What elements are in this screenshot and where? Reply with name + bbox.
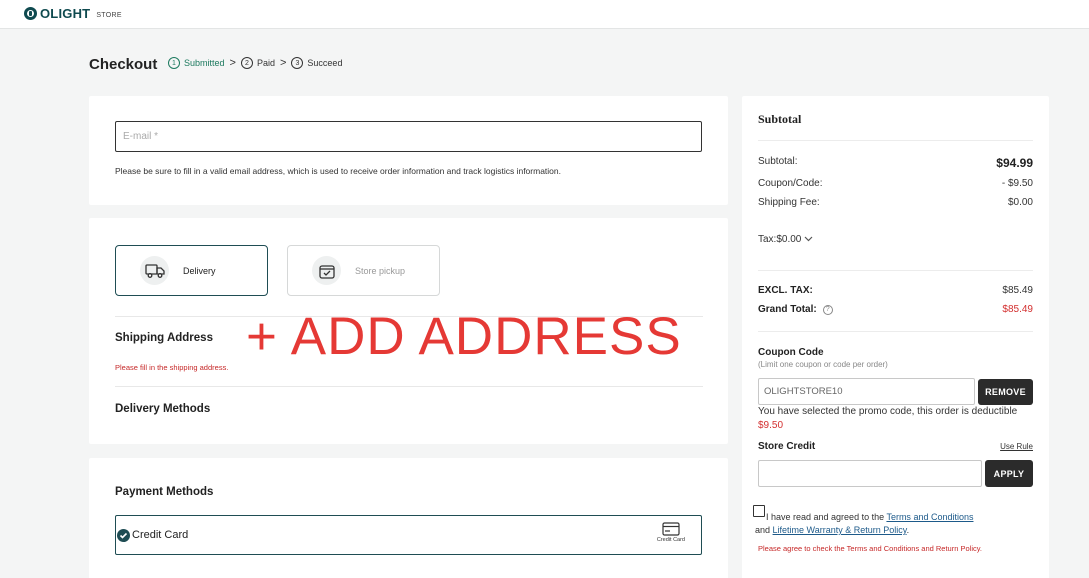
delivery-option[interactable]: Delivery <box>115 245 268 296</box>
logo-brand: OLIGHT <box>40 6 91 21</box>
remove-coupon-button[interactable]: REMOVE <box>978 379 1033 405</box>
email-hint: Please be sure to fill in a valid email … <box>115 166 561 176</box>
grand-total-row: Grand Total: ? $85.49 <box>758 304 1033 315</box>
step-number: 2 <box>240 57 253 69</box>
shipping-address-title: Shipping Address <box>115 332 213 344</box>
step-paid: 2 Paid <box>240 57 275 69</box>
grand-total-value: $85.49 <box>1002 304 1033 315</box>
order-summary: Subtotal Subtotal: $94.99 Coupon/Code: -… <box>742 96 1049 578</box>
top-bar: OLIGHT STORE <box>0 0 1089 29</box>
shipping-fee-label: Shipping Fee: <box>758 197 820 208</box>
grand-total-label: Grand Total: <box>758 304 817 315</box>
email-field[interactable] <box>115 121 702 152</box>
step-label: Succeed <box>307 58 343 68</box>
step-submitted: 1 Submitted <box>168 57 225 69</box>
excl-tax-value: $85.49 <box>1002 285 1033 296</box>
store-bag-icon <box>312 256 341 285</box>
promo-amount: $9.50 <box>758 420 784 431</box>
page-title: Checkout <box>89 56 158 73</box>
store-pickup-option[interactable]: Store pickup <box>287 245 440 296</box>
chevron-down-icon <box>804 234 813 245</box>
summary-title: Subtotal <box>758 112 802 126</box>
divider <box>758 331 1033 332</box>
warranty-link[interactable]: Lifetime Warranty & Return Policy <box>773 525 907 535</box>
coupon-code-title: Coupon Code <box>758 347 824 358</box>
shipping-fee-row: Shipping Fee: $0.00 <box>758 197 1033 208</box>
contact-panel: Please be sure to fill in a valid email … <box>89 96 728 205</box>
store-credit-input[interactable] <box>758 460 982 487</box>
payment-methods-title: Payment Methods <box>115 486 214 498</box>
coupon-row: Coupon/Code: - $9.50 <box>758 178 1033 189</box>
agree-text: I have read and agreed to the Terms and … <box>755 511 1028 537</box>
payment-panel: Payment Methods Credit Card Credit Card <box>89 458 728 578</box>
store-logo[interactable]: OLIGHT STORE <box>24 6 122 21</box>
tax-label: Tax:$0.00 <box>758 234 802 245</box>
delivery-option-label: Delivery <box>183 265 216 276</box>
agree-and: and <box>755 525 771 535</box>
checkout-steps: 1 Submitted > 2 Paid > 3 Succeed <box>168 57 342 69</box>
step-label: Submitted <box>184 58 225 68</box>
promo-message: You have selected the promo code, this o… <box>758 405 1018 433</box>
grand-total-label-group: Grand Total: ? <box>758 304 833 315</box>
use-rule-link[interactable]: Use Rule <box>1000 442 1033 451</box>
agree-checkbox[interactable] <box>753 505 765 517</box>
add-address-annotation: + ADD ADDRESS <box>246 307 682 366</box>
step-succeed: 3 Succeed <box>291 57 342 69</box>
chevron-right-icon: > <box>279 57 287 69</box>
store-pickup-label: Store pickup <box>355 265 406 276</box>
divider <box>115 386 703 387</box>
divider <box>758 270 1033 271</box>
shipping-address-warning: Please fill in the shipping address. <box>115 363 229 372</box>
credit-card-option[interactable]: Credit Card Credit Card <box>115 515 702 555</box>
credit-card-icon: Credit Card <box>657 522 685 543</box>
agree-prefix: I have read and agreed to the <box>766 512 885 522</box>
coupon-code-note: (Limit one coupon or code per order) <box>758 360 888 369</box>
step-number: 1 <box>168 57 180 69</box>
truck-icon <box>140 256 169 285</box>
tax-toggle[interactable]: Tax:$0.00 <box>758 234 813 245</box>
credit-card-icon-label: Credit Card <box>656 537 685 543</box>
delivery-methods-title: Delivery Methods <box>115 403 211 415</box>
credit-card-label: Credit Card <box>132 529 189 541</box>
coupon-label: Coupon/Code: <box>758 178 823 189</box>
checkmark-icon <box>117 528 130 542</box>
apply-credit-button[interactable]: APPLY <box>985 460 1033 487</box>
promo-message-text: You have selected the promo code, this o… <box>758 406 1018 417</box>
chevron-right-icon: > <box>229 57 236 69</box>
coupon-value: - $9.50 <box>1001 178 1033 189</box>
help-icon[interactable]: ? <box>822 304 833 315</box>
agree-suffix: . <box>906 525 910 535</box>
logo-mark-icon <box>24 7 37 20</box>
step-label: Paid <box>256 58 275 68</box>
coupon-code-input[interactable] <box>758 378 975 405</box>
agree-warning: Please agree to check the Terms and Cond… <box>758 544 983 553</box>
delivery-panel: Delivery Store pickup Shipping Address +… <box>89 218 728 444</box>
excl-tax-label: EXCL. TAX: <box>758 285 813 296</box>
terms-link[interactable]: Terms and Conditions <box>886 512 973 522</box>
subtotal-value: $94.99 <box>996 156 1033 170</box>
store-credit-title: Store Credit <box>758 441 816 452</box>
logo-suffix: STORE <box>96 11 122 19</box>
subtotal-row: Subtotal: $94.99 <box>758 156 1033 170</box>
excl-tax-row: EXCL. TAX: $85.49 <box>758 285 1033 296</box>
shipping-fee-value: $0.00 <box>1007 197 1033 208</box>
step-number: 3 <box>291 57 304 69</box>
divider <box>758 140 1033 141</box>
subtotal-label: Subtotal: <box>758 156 798 167</box>
